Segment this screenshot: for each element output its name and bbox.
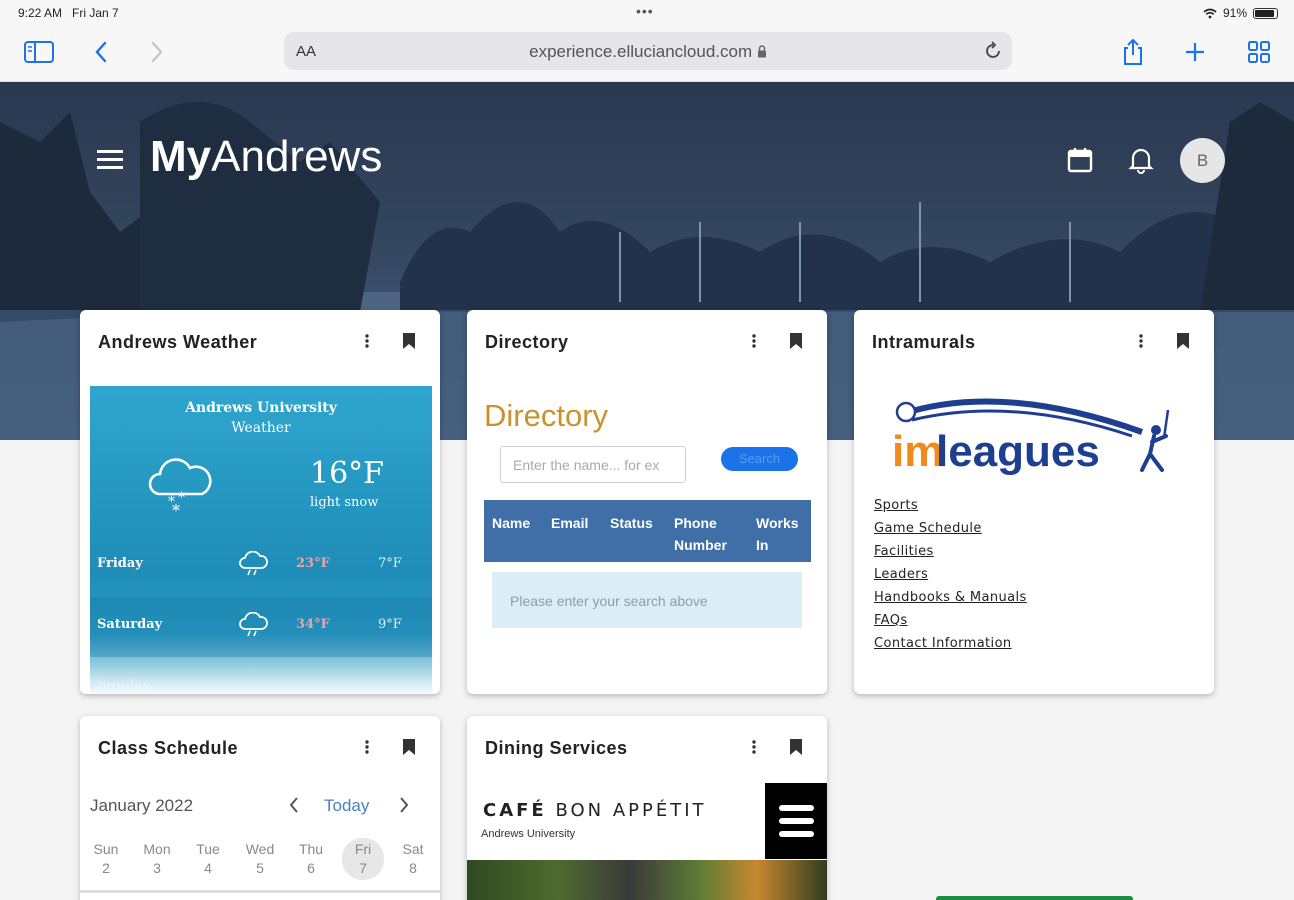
weather-card: Andrews Weather Andrews University Weath…	[80, 310, 440, 694]
imleagues-logo[interactable]: im leagues	[892, 390, 1182, 485]
column-header: Email	[551, 515, 589, 531]
forward-icon[interactable]	[142, 38, 172, 66]
cafe-logo[interactable]: CAFÉ BON APPÉTIT	[483, 800, 707, 821]
more-options-icon[interactable]	[749, 332, 759, 350]
calendar-day-selected[interactable]: Fri 7	[342, 838, 384, 880]
app-brand-logo[interactable]: MyAndrews	[150, 132, 382, 182]
link-facilities[interactable]: Facilities	[874, 540, 1027, 563]
link-handbooks-manuals[interactable]: Handbooks & Manuals	[874, 586, 1027, 609]
directory-empty-message: Please enter your search above	[492, 572, 802, 628]
schedule-month: January 2022	[90, 796, 194, 815]
link-sports[interactable]: Sports	[874, 494, 1027, 517]
current-temperature: 16°F	[310, 456, 384, 491]
directory-search-input[interactable]: Enter the name... for ex	[500, 446, 686, 483]
card-title: Dining Services	[485, 738, 628, 758]
snow-cloud-icon: * * *	[146, 456, 212, 520]
new-tab-icon[interactable]	[1180, 38, 1210, 66]
more-options-icon[interactable]	[1136, 332, 1146, 350]
column-header: Status	[610, 515, 653, 531]
share-icon[interactable]	[1118, 38, 1148, 66]
battery-icon	[1253, 7, 1278, 19]
intramurals-card: Intramurals im leagues Sports Game Sched…	[854, 310, 1214, 694]
column-header: Name	[492, 515, 531, 531]
calendar-day[interactable]: Tue 4	[188, 840, 228, 878]
directory-table-header: Name Email Status Phone Number Works In	[484, 500, 811, 562]
card-title: Class Schedule	[98, 738, 239, 758]
card-title: Andrews Weather	[98, 332, 258, 352]
column-header: Phone Number	[674, 515, 727, 553]
intramurals-links: Sports Game Schedule Facilities Leaders …	[874, 494, 1027, 655]
link-leaders[interactable]: Leaders	[874, 563, 1027, 586]
bookmark-icon[interactable]	[402, 332, 416, 355]
directory-search-button[interactable]: Search	[721, 447, 798, 471]
status-right: 91%	[1203, 6, 1278, 20]
forecast-row: Friday 23°F 7°F	[90, 536, 432, 596]
calendar-day[interactable]: Sun 2	[86, 840, 126, 878]
divider	[80, 890, 440, 893]
browser-toolbar: AA experience.elluciancloud.com	[0, 28, 1294, 82]
chevron-left-icon[interactable]	[288, 796, 300, 819]
food-photo	[467, 860, 827, 900]
chevron-right-icon[interactable]	[398, 796, 410, 819]
calendar-day[interactable]: Sat 8	[393, 840, 433, 878]
link-game-schedule[interactable]: Game Schedule	[874, 517, 1027, 540]
hamburger-menu-icon[interactable]	[96, 148, 124, 175]
more-options-icon[interactable]	[362, 738, 372, 756]
link-contact-information[interactable]: Contact Information	[874, 632, 1027, 655]
card-accent-strip	[936, 896, 1133, 900]
hamburger-menu-icon[interactable]	[765, 783, 827, 859]
calendar-day[interactable]: Wed 5	[240, 840, 280, 878]
more-options-icon[interactable]	[749, 738, 759, 756]
directory-card: Directory Directory Enter the name... fo…	[467, 310, 827, 694]
wifi-icon	[1203, 8, 1217, 18]
calendar-icon[interactable]	[1066, 146, 1094, 179]
svg-text:*: *	[172, 501, 180, 516]
column-header: Works In	[756, 515, 799, 553]
lock-icon	[757, 45, 766, 58]
today-button[interactable]: Today	[324, 796, 369, 816]
calendar-day[interactable]: Thu 6	[291, 840, 331, 878]
bookmark-icon[interactable]	[789, 332, 803, 355]
class-schedule-card: Class Schedule January 2022 Today Sun 2 M…	[80, 716, 440, 900]
cafe-subtitle: Andrews University	[481, 828, 576, 840]
link-faqs[interactable]: FAQs	[874, 609, 1027, 632]
reload-icon[interactable]	[984, 40, 1002, 65]
rain-cloud-icon	[238, 550, 268, 581]
tabs-overview-icon[interactable]	[1244, 38, 1274, 66]
multitasking-dots[interactable]: •••	[636, 3, 654, 19]
weather-heading: Andrews University Weather	[185, 400, 337, 436]
calendar-day[interactable]: Mon 3	[137, 840, 177, 878]
notifications-bell-icon[interactable]	[1128, 146, 1154, 179]
card-title: Intramurals	[872, 332, 976, 352]
weather-widget: Andrews University Weather * * * 16°F ligh…	[90, 386, 432, 694]
current-condition: light snow	[310, 495, 379, 510]
status-time: 9:22 AM Fri Jan 7	[18, 6, 119, 20]
battery-percent: 91%	[1222, 6, 1247, 20]
dining-services-card: Dining Services CAFÉ BON APPÉTIT Andrews…	[467, 716, 827, 900]
status-bar: 9:22 AM Fri Jan 7 ••• 91%	[0, 0, 1294, 28]
url-text: experience.elluciancloud.com	[284, 42, 1012, 62]
forecast-row: Sunday	[97, 678, 151, 693]
card-title: Directory	[485, 332, 569, 352]
user-avatar[interactable]: B	[1180, 138, 1225, 183]
bookmark-icon[interactable]	[1176, 332, 1190, 355]
svg-text:leagues: leagues	[936, 427, 1100, 476]
address-bar[interactable]: AA experience.elluciancloud.com	[284, 32, 1012, 70]
bookmark-icon[interactable]	[402, 738, 416, 761]
bookmark-icon[interactable]	[789, 738, 803, 761]
more-options-icon[interactable]	[362, 332, 372, 350]
forecast-row: Saturday 34°F 9°F	[90, 597, 432, 657]
sidebar-toggle-icon[interactable]	[24, 38, 54, 66]
back-icon[interactable]	[86, 38, 116, 66]
directory-heading: Directory	[484, 398, 609, 433]
rain-cloud-icon	[238, 611, 268, 642]
